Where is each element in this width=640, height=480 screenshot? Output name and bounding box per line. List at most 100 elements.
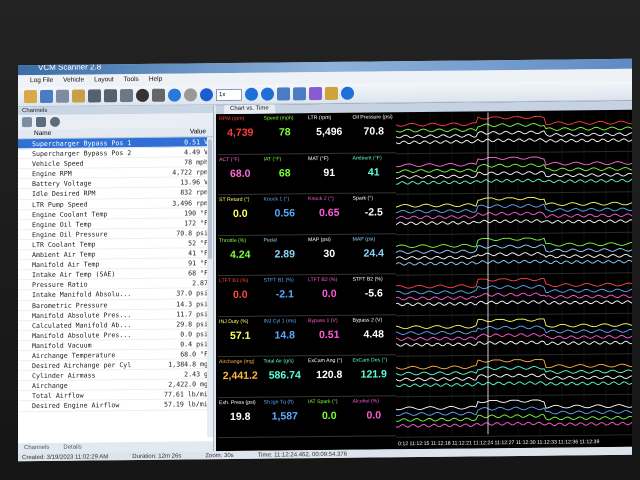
gauge-readout[interactable]: LTR (rpm) 5,496 — [307, 114, 352, 153]
channel-value: 0.0 psi — [180, 330, 208, 339]
gauge-readout[interactable]: Total Air (g/s) 586.74 — [263, 357, 308, 396]
gauge-label: LTFT B2 (%) — [308, 276, 338, 284]
play-icon[interactable] — [168, 88, 181, 102]
gauge-readout[interactable]: Exh. Press (psi) 19.8 — [218, 398, 263, 437]
channel-name: Manifold Air Temp — [32, 260, 100, 270]
gauge-readout[interactable]: ST Retard (°) 0.0 — [218, 196, 263, 235]
open-folder-icon[interactable] — [24, 90, 37, 104]
channel-settings-icon[interactable] — [50, 116, 60, 127]
gauge-value: 0.0 — [232, 207, 248, 220]
column-name-header[interactable]: Name — [18, 128, 154, 138]
gauge-value: 0.0 — [366, 408, 382, 422]
save-icon[interactable] — [40, 89, 53, 103]
menu-log-file[interactable]: Log File — [30, 75, 53, 87]
plot-trace — [396, 156, 632, 168]
plot-trace — [396, 244, 632, 254]
plot-trace — [396, 123, 632, 133]
record-icon[interactable] — [136, 88, 149, 102]
gauge-value: 1,587 — [271, 409, 298, 423]
channels-list: Supercharger Bypass Pos 1 0.51 V Superchar… — [18, 137, 213, 412]
gauge-readout[interactable]: ACT (°F) 68.0 — [218, 155, 263, 194]
playback-speed-select[interactable]: 1x — [216, 88, 242, 101]
gauge-readout[interactable]: Bypass 2 (V) 4.48 — [352, 316, 397, 355]
gauge-label: ExCam Ang (°) — [308, 357, 343, 365]
gauge-readout[interactable]: STFT B2 (%) -5.6 — [352, 275, 397, 314]
gauge-readout[interactable]: MAT (°F) 91 — [307, 154, 352, 193]
channel-name: Barometric Pressure — [32, 300, 108, 310]
vehicle-icon[interactable] — [104, 89, 117, 103]
gauge-readout[interactable]: Bypass 1 (V) 0.51 — [307, 316, 352, 355]
channel-list-icon[interactable] — [36, 116, 46, 128]
gauge-readout[interactable]: IAT (°F) 68 — [263, 155, 308, 194]
gauge-readout[interactable]: Throttle (%) 4.24 — [218, 236, 263, 275]
gauge-readout[interactable]: Speed (mph) 78 — [263, 114, 308, 153]
chart-icon[interactable] — [293, 87, 306, 101]
channel-value: 11.7 psi — [176, 309, 208, 319]
channel-value: 70.8 psi — [176, 229, 208, 238]
gauge-label: Total Air (g/s) — [263, 358, 294, 365]
gauge-label: IAT (°F) — [263, 155, 282, 163]
gauge-readout[interactable]: Pedal 2.89 — [263, 236, 308, 275]
gauge-readout[interactable]: MAP (psi) 30 — [307, 235, 352, 274]
menu-vehicle[interactable]: Vehicle — [63, 75, 84, 87]
scrollbar-thumb[interactable] — [208, 139, 212, 260]
tab-channels[interactable]: Channels — [24, 443, 49, 453]
gauge-readout[interactable]: INJ Cyl 1 (ms) 14.8 — [263, 317, 308, 356]
gauge-readout[interactable]: RPM (rpm) 4,739 — [218, 115, 263, 154]
gauge-readout[interactable]: INJ Duty (%) 57.1 — [218, 317, 263, 356]
menu-help[interactable]: Help — [149, 74, 162, 86]
gauge-readout[interactable]: ExCam Des (°) 121.9 — [352, 356, 397, 395]
tab-chart-vs-time[interactable]: Chart vs. Time — [224, 104, 275, 115]
gauge-value: 14.8 — [274, 328, 295, 342]
gauge-readout[interactable]: STFT B1 (%) -2.1 — [263, 276, 308, 315]
gauge-readout[interactable]: Oil Pressure (psi) 70.8 — [352, 113, 397, 152]
channels-scrollbar[interactable] — [207, 137, 213, 438]
channel-row[interactable]: Desired Engine Airflow 57.19 lb/min — [18, 399, 213, 412]
gauge-readout[interactable]: ExCam Ang (°) 120.8 — [307, 357, 352, 396]
gauge-value: 70.8 — [363, 125, 384, 138]
plot-trace — [396, 251, 632, 260]
plot-trace — [396, 178, 632, 185]
zoom-out-icon[interactable] — [261, 87, 274, 101]
channel-name: Battery Voltage — [32, 179, 92, 189]
gauge-group: LTFT B1 (%) 0.0 STFT B1 (%) -2.1 LTFT B2 (%)… — [218, 275, 397, 317]
gauge-readout[interactable]: Knock 2 (°) 0.65 — [307, 195, 352, 234]
menu-layout[interactable]: Layout — [94, 74, 114, 86]
zoom-in-icon[interactable] — [245, 87, 258, 101]
channel-value: 0.4 psi — [180, 340, 208, 349]
vehicle-connect-icon[interactable] — [88, 89, 101, 103]
channel-value: 29.8 psi — [176, 319, 208, 329]
gauge-readout[interactable]: Airchange (mg) 2,441.2 — [218, 358, 263, 397]
playback-icon[interactable] — [200, 88, 213, 102]
graph-icon[interactable] — [309, 87, 322, 101]
settings-icon[interactable] — [120, 89, 133, 103]
channel-options-icon[interactable] — [22, 117, 32, 128]
gauge-readout[interactable]: MAP (psi) 24.4 — [352, 235, 397, 274]
print-icon[interactable] — [56, 89, 69, 103]
column-value-header[interactable]: Value — [154, 127, 210, 137]
zoom-fit-icon[interactable] — [277, 87, 290, 101]
gauge-readout[interactable]: Spark (°) -2.5 — [352, 194, 397, 233]
stop-icon[interactable] — [152, 88, 165, 102]
table-icon[interactable] — [325, 86, 338, 100]
tab-details[interactable]: Details — [63, 443, 81, 453]
gauge-group: ACT (°F) 68.0 IAT (°F) 68 MAT (°F) 91 Ambient … — [218, 153, 397, 196]
gauge-value: 57.1 — [230, 329, 251, 342]
gauge-readout[interactable]: Sh.Ign Tq (ft) 1,587 — [263, 398, 308, 437]
pause-icon[interactable] — [184, 88, 197, 102]
plot-divider — [396, 312, 632, 317]
gauge-readout[interactable]: LTFT B1 (%) 0.0 — [218, 277, 263, 316]
gauge-readout[interactable]: IAT Spark (°) 0.0 — [307, 397, 352, 436]
info-icon[interactable] — [341, 86, 354, 100]
gauge-readout[interactable]: Knock 1 (°) 0.56 — [263, 195, 308, 234]
gauge-readout[interactable]: LTFT B2 (%) 0.0 — [307, 276, 352, 315]
gauge-label: INJ Duty (%) — [219, 318, 249, 325]
gauge-value: -2.1 — [275, 288, 294, 301]
channel-value: 57.19 lb/min — [164, 400, 212, 410]
menu-tools[interactable]: Tools — [124, 74, 139, 86]
time-plots[interactable] — [396, 110, 632, 439]
folder-icon[interactable] — [72, 89, 85, 103]
gauge-readout[interactable]: Alcohol (%) 0.0 — [352, 397, 397, 436]
gauge-readout[interactable]: Ambient (°F) 41 — [352, 154, 397, 193]
channel-value: 37.0 psi — [176, 289, 208, 298]
